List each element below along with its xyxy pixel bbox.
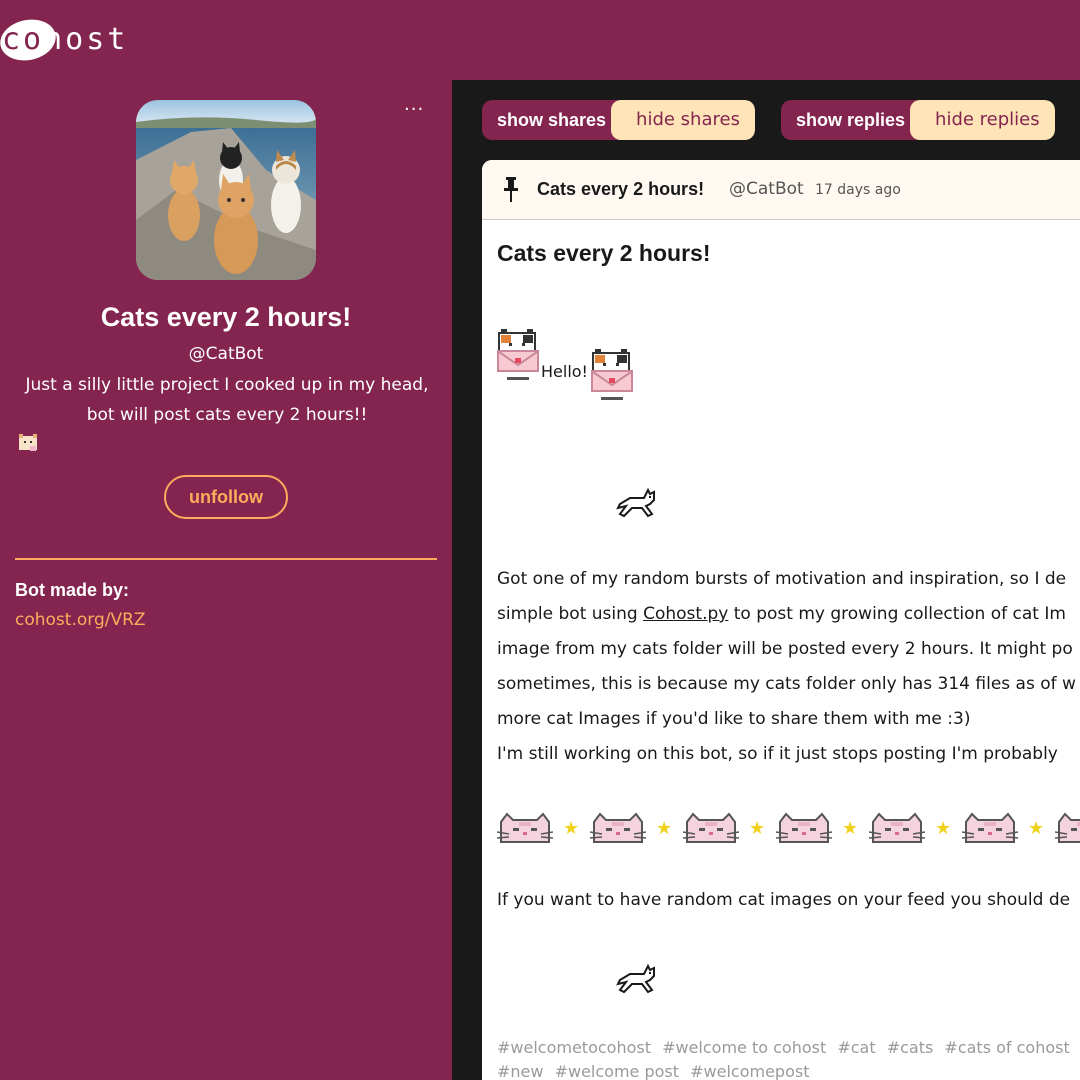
star-icon: ★ [656, 818, 673, 839]
cats-photo [136, 100, 316, 280]
hello-text: Hello! [541, 362, 588, 381]
post-body: Got one of my random bursts of motivatio… [497, 569, 1076, 764]
cat-face-icon [1054, 812, 1080, 844]
replies-toggle: show replies hide replies [781, 100, 1055, 140]
cohost-py-link[interactable]: Cohost.py [643, 604, 728, 624]
avatar [136, 100, 316, 280]
pinned-post: Cats every 2 hours! @CatBot 17 days ago … [482, 160, 1080, 1080]
show-replies-button[interactable]: show replies [781, 100, 921, 140]
display-name: Cats every 2 hours! [100, 302, 352, 332]
post-author-handle[interactable]: @CatBot [729, 179, 804, 199]
running-cat-icon [616, 963, 655, 994]
shares-toggle: show shares hide shares [482, 100, 755, 140]
post-tag[interactable]: #welcome to cohost [662, 1038, 826, 1057]
profile-bio: Just a silly little project I cooked up … [25, 375, 429, 425]
post-tag[interactable]: #cats of cohost [944, 1038, 1069, 1057]
post-tag[interactable]: #welcome post [555, 1062, 679, 1080]
show-shares-button[interactable]: show shares [482, 100, 622, 140]
cohost-logo[interactable]: cohost [0, 14, 170, 66]
star-icon: ★ [842, 818, 859, 839]
running-cat-icon [616, 487, 655, 518]
cat-face-icon [496, 812, 554, 844]
follow-paragraph: If you want to have random cat images on… [497, 890, 1071, 910]
profile-handle: @CatBot [188, 344, 264, 364]
made-by-label: Bot made by: [15, 580, 130, 600]
profile-sidebar: ... Cats every 2 hours! @CatBot Just a s… [0, 80, 452, 1080]
post-tags: #welcometocohost #welcome to cohost #cat… [497, 1036, 1080, 1080]
cat-face-divider: ★ ★ ★ ★ ★ ★ [496, 812, 1080, 852]
cat-envelope-icon [497, 329, 539, 380]
post-feed: show shares hide shares show replies hid… [452, 80, 1080, 1080]
cat-face-icon [868, 812, 926, 844]
sidebar-divider [15, 558, 437, 560]
hide-replies-button[interactable]: hide replies [910, 100, 1055, 140]
cat-face-icon [589, 812, 647, 844]
post-tag[interactable]: #welcometocohost [497, 1038, 651, 1057]
cat-emoji-icon [16, 430, 40, 454]
cat-face-icon [775, 812, 833, 844]
post-timestamp[interactable]: 17 days ago [815, 182, 901, 198]
cat-face-icon [682, 812, 740, 844]
post-author-name[interactable]: Cats every 2 hours! [537, 179, 704, 200]
post-tag[interactable]: #cat [837, 1038, 875, 1057]
logo-text: cohost [2, 22, 129, 57]
star-icon: ★ [1028, 818, 1045, 839]
pin-icon [504, 177, 518, 202]
cat-envelope-icon [591, 349, 633, 400]
post-tag[interactable]: #cats [887, 1038, 934, 1057]
star-icon: ★ [749, 818, 766, 839]
post-tag[interactable]: #new [497, 1062, 543, 1080]
unfollow-button[interactable]: unfollow [164, 475, 288, 519]
star-icon: ★ [563, 818, 580, 839]
post-tag[interactable]: #welcomepost [690, 1062, 809, 1080]
more-options-button[interactable]: ... [404, 94, 424, 115]
post-header: Cats every 2 hours! @CatBot 17 days ago [482, 160, 1080, 220]
made-by-link[interactable]: cohost.org/VRZ [15, 610, 146, 630]
cat-face-icon [961, 812, 1019, 844]
post-title: Cats every 2 hours! [497, 240, 711, 266]
star-icon: ★ [935, 818, 952, 839]
hide-shares-button[interactable]: hide shares [611, 100, 755, 140]
